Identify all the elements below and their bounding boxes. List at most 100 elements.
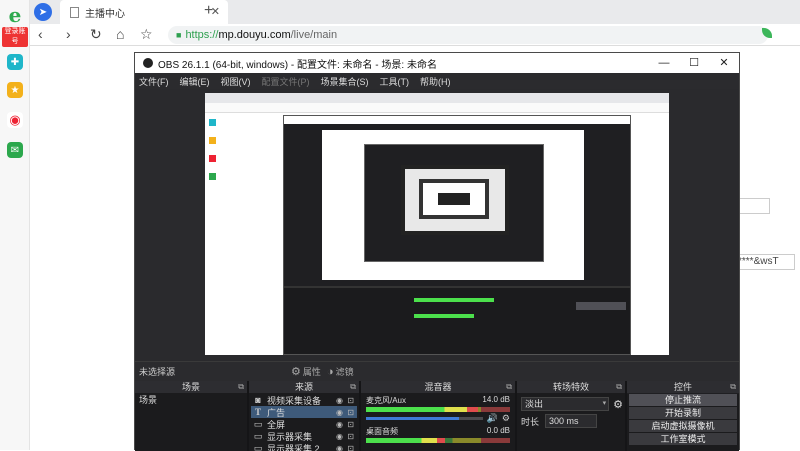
channel-db: 14.0 dB — [482, 395, 510, 406]
sources-list: ◙ 视频采集设备 ◉ ⊡ T 广告 ◉ ⊡ ▭ 全屏 ◉ ⊡ — [249, 393, 359, 451]
gear-icon[interactable]: ⚙ — [502, 413, 510, 424]
undock-icon[interactable]: ⧉ — [238, 381, 244, 393]
mixer-channel: 麦克风/Aux 14.0 dB 🔊 ⚙ — [363, 394, 513, 423]
transitions-body: 淡出 ▾ ⚙ 时长 300 ms — [517, 393, 625, 451]
mail-icon[interactable]: ✉ — [7, 142, 23, 158]
duration-field[interactable]: 300 ms — [545, 414, 597, 428]
page-field[interactable]: ****&wsT — [735, 254, 795, 270]
tab-bar: ➤ 主播中心 ✕ + — [30, 0, 800, 24]
volume-slider[interactable]: 🔊 ⚙ — [366, 414, 510, 422]
stop-streaming-button[interactable]: 停止推流 — [629, 394, 737, 406]
minimize-icon[interactable]: — — [649, 53, 679, 73]
mixer-channel: 桌面音频 0.0 dB — [363, 425, 513, 444]
visibility-eye-icon[interactable]: ◉ — [336, 396, 343, 405]
document-icon — [70, 7, 79, 18]
controls-dock: 控件 ⧉ 停止推流 开始录制 启动虚拟摄像机 工作室模式 — [627, 381, 739, 451]
mixer-list: 麦克风/Aux 14.0 dB 🔊 ⚙ 桌面音频 0.0 dB — [361, 393, 515, 451]
nested-obs-window — [283, 115, 631, 355]
transition-select[interactable]: 淡出 ▾ — [521, 397, 609, 411]
scenes-dock: 场景 ⧉ 场景 — [135, 381, 249, 451]
nested-side-icon — [209, 119, 216, 126]
preview-area — [135, 89, 739, 361]
back-icon[interactable]: ‹ — [38, 26, 43, 42]
browser-logo[interactable]: e 登录账号 — [2, 4, 28, 38]
filters-button[interactable]: ◑ 滤镜 — [327, 365, 354, 378]
browser-sidebar: e 登录账号 ✚ ★ ◉ ✉ — [0, 0, 30, 450]
apps-icon[interactable]: ✚ — [7, 54, 23, 70]
scenes-dock-header: 场景 ⧉ — [135, 381, 247, 393]
no-source-label: 未选择源 — [139, 365, 175, 378]
obs-window: OBS 26.1.1 (64-bit, windows) - 配置文件: 未命名… — [134, 52, 740, 450]
favorites-icon[interactable]: ★ — [7, 82, 23, 98]
login-badge[interactable]: 登录账号 — [2, 27, 28, 47]
gear-icon[interactable]: ⚙ — [613, 398, 623, 411]
sources-dock-header: 来源 ⧉ — [249, 381, 359, 393]
undock-icon[interactable]: ⧉ — [616, 381, 622, 393]
nested-side-icon — [209, 155, 216, 162]
undock-icon[interactable]: ⧉ — [350, 381, 356, 393]
preview-canvas[interactable] — [205, 93, 669, 355]
source-item[interactable]: ▭ 显示器采集 ◉ ⊡ — [251, 430, 357, 442]
monitor-icon: ▭ — [253, 419, 263, 430]
obs-logo-icon — [143, 58, 153, 68]
lock-icon[interactable]: ⊡ — [347, 396, 354, 405]
undock-icon[interactable]: ⧉ — [730, 381, 736, 393]
menu-edit[interactable]: 编辑(E) — [180, 75, 210, 88]
source-item[interactable]: ◙ 视频采集设备 ◉ ⊡ — [251, 394, 357, 406]
undock-icon[interactable]: ⧉ — [506, 381, 512, 393]
duration-label: 时长 — [521, 415, 539, 428]
lock-icon: ■ — [176, 30, 181, 40]
menu-help[interactable]: 帮助(H) — [420, 75, 451, 88]
lock-icon[interactable]: ⊡ — [347, 420, 354, 429]
transitions-dock: 转场特效 ⧉ 淡出 ▾ ⚙ 时长 300 ms — [517, 381, 627, 451]
obs-menubar: 文件(F) 编辑(E) 视图(V) 配置文件(P) 场景集合(S) 工具(T) … — [135, 73, 739, 89]
start-recording-button[interactable]: 开始录制 — [629, 407, 737, 419]
bookmark-star-icon[interactable]: ☆ — [140, 26, 153, 43]
menu-view[interactable]: 视图(V) — [221, 75, 251, 88]
studio-mode-button[interactable]: 工作室模式 — [629, 433, 737, 445]
address-toolbar: ‹ › ↻ ⌂ ☆ ■ https:// mp.douyu.com /live/… — [30, 24, 800, 46]
navigation-icon[interactable]: ➤ — [34, 3, 52, 21]
lock-icon[interactable]: ⊡ — [347, 432, 354, 441]
filter-icon: ◑ — [327, 366, 334, 378]
close-icon[interactable]: ✕ — [709, 53, 739, 73]
start-virtual-camera-button[interactable]: 启动虚拟摄像机 — [629, 420, 737, 432]
weibo-icon[interactable]: ◉ — [7, 112, 23, 128]
mixer-dock-header: 混音器 ⧉ — [361, 381, 515, 393]
camera-icon: ◙ — [253, 395, 263, 405]
new-tab-icon[interactable]: + — [204, 2, 213, 20]
scene-item[interactable]: 场景 — [137, 394, 245, 406]
speaker-icon[interactable]: 🔊 — [487, 413, 498, 424]
source-item[interactable]: T 广告 ◉ ⊡ — [251, 406, 357, 418]
menu-tools[interactable]: 工具(T) — [380, 75, 410, 88]
reload-icon[interactable]: ↻ — [90, 26, 102, 43]
lock-icon[interactable]: ⊡ — [347, 408, 354, 417]
mixer-dock: 混音器 ⧉ 麦克风/Aux 14.0 dB 🔊 ⚙ — [361, 381, 517, 451]
source-toolbar: 未选择源 ⚙ 属性 ◑ 滤镜 — [135, 361, 739, 381]
visibility-eye-icon[interactable]: ◉ — [336, 432, 343, 441]
properties-button[interactable]: ⚙ 属性 — [291, 365, 321, 378]
transitions-dock-header: 转场特效 ⧉ — [517, 381, 625, 393]
nested-addressbar — [205, 103, 669, 113]
forward-icon[interactable]: › — [66, 26, 71, 42]
channel-name: 麦克风/Aux — [366, 395, 406, 406]
obs-titlebar: OBS 26.1.1 (64-bit, windows) - 配置文件: 未命名… — [135, 53, 739, 73]
visibility-eye-icon[interactable]: ◉ — [336, 420, 343, 429]
nested-tabbar — [205, 93, 669, 103]
level-meter — [366, 438, 510, 443]
menu-profile[interactable]: 配置文件(P) — [262, 75, 310, 88]
menu-scene-collection[interactable]: 场景集合(S) — [321, 75, 369, 88]
level-meter — [366, 407, 510, 412]
text-icon: T — [253, 407, 263, 417]
controls-dock-header: 控件 ⧉ — [627, 381, 739, 393]
nested-side-icon — [209, 137, 216, 144]
tab-title: 主播中心 — [85, 5, 125, 20]
menu-file[interactable]: 文件(F) — [139, 75, 169, 88]
browser-tab[interactable]: 主播中心 ✕ — [60, 0, 228, 24]
url-field[interactable]: ■ https:// mp.douyu.com /live/main — [168, 26, 768, 44]
visibility-eye-icon[interactable]: ◉ — [336, 408, 343, 417]
home-icon[interactable]: ⌂ — [116, 26, 124, 42]
source-item[interactable]: ▭ 全屏 ◉ ⊡ — [251, 418, 357, 430]
nested-side-icon — [209, 173, 216, 180]
maximize-icon[interactable]: ☐ — [679, 53, 709, 73]
